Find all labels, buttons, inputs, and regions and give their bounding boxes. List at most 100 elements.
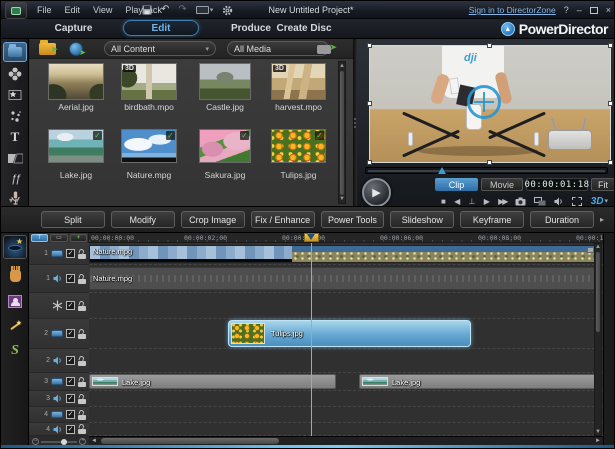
track-header-fx[interactable]: ✓: [29, 293, 89, 319]
track-lock-icon[interactable]: [78, 377, 86, 387]
media-filter-dropdown[interactable]: All Media ▾: [227, 41, 329, 56]
duration-button[interactable]: Duration: [530, 211, 594, 228]
library-scrollbar[interactable]: ▲ ▼: [338, 61, 346, 204]
selection-handle[interactable]: [608, 160, 613, 165]
media-room-button[interactable]: [3, 42, 27, 62]
toolbar-more-icon[interactable]: ▸: [600, 215, 604, 224]
track-lock-icon[interactable]: [78, 249, 86, 259]
track-lock-icon[interactable]: [78, 329, 86, 339]
track-video-4[interactable]: [89, 407, 605, 423]
save-icon[interactable]: [142, 5, 152, 15]
selection-handle[interactable]: [367, 43, 372, 48]
selection-handle[interactable]: [487, 160, 492, 165]
track-enable-checkbox[interactable]: ✓: [66, 356, 75, 365]
stop-button[interactable]: ■: [441, 198, 446, 206]
clip-tulips-selected[interactable]: Tulips.jpg: [228, 320, 471, 347]
track-video-2[interactable]: Tulips.jpg: [89, 319, 605, 349]
menu-edit[interactable]: Edit: [65, 5, 81, 15]
clip-lake-1[interactable]: Lake.jpg: [89, 374, 336, 389]
track-lock-icon[interactable]: [78, 301, 86, 311]
magic-music-button[interactable]: S: [1, 341, 29, 359]
step-backward-button[interactable]: ◀: [454, 198, 460, 206]
sign-in-link[interactable]: Sign in to DirectorZone: [469, 5, 556, 15]
media-item-sakura[interactable]: ✓ Sakura.jpg: [199, 129, 251, 163]
zoom-fit-icon[interactable]: ◔: [79, 438, 86, 445]
media-item-harvest[interactable]: 3D harvest.mpo: [271, 63, 326, 100]
pip-objects-room-button[interactable]: [3, 86, 27, 104]
title-room-button[interactable]: T: [3, 128, 27, 146]
effect-room-button[interactable]: [3, 65, 27, 83]
magic-movie-wizard-button[interactable]: ★: [3, 235, 27, 259]
tab-edit[interactable]: Edit: [123, 20, 199, 36]
track-header-audio-1[interactable]: 1 ✓: [29, 265, 89, 293]
audio-mixing-room-button[interactable]: ƒƒ: [3, 170, 27, 188]
preview-seekbar[interactable]: [365, 167, 608, 174]
step-forward-button[interactable]: ▶: [484, 198, 490, 206]
clip-nature-video[interactable]: Nature.mpg: [89, 245, 596, 263]
track-header-video-1[interactable]: 1 ✓: [29, 243, 89, 265]
track-header-audio-3[interactable]: 3 ✓: [29, 391, 89, 407]
track-lock-icon[interactable]: [78, 424, 86, 434]
maximize-button[interactable]: [590, 7, 598, 14]
magic-style-button[interactable]: ★: [1, 319, 29, 338]
scroll-up-icon[interactable]: ▲: [339, 63, 345, 69]
media-item-castle[interactable]: Castle.jpg: [199, 63, 251, 100]
clip-nature-audio[interactable]: Nature.mpg: [89, 267, 596, 290]
aspect-ratio-dropdown[interactable]: ▾: [196, 6, 214, 14]
scroll-up-icon[interactable]: ▲: [595, 244, 601, 250]
track-header-audio-4[interactable]: 4 ✓: [29, 423, 89, 436]
help-button[interactable]: ?: [564, 6, 569, 15]
preview-quality-button[interactable]: [534, 197, 546, 206]
media-item-aerial[interactable]: Aerial.jpg: [48, 63, 104, 100]
preview-video[interactable]: dji: [369, 45, 611, 163]
room-rail-expand-button[interactable]: ▾▾: [3, 196, 27, 205]
tab-capture[interactable]: Capture: [46, 19, 101, 39]
drag-hand-button[interactable]: [1, 269, 29, 287]
magic-motion-button[interactable]: [1, 295, 29, 313]
track-lock-icon[interactable]: [78, 394, 86, 404]
transition-room-button[interactable]: [3, 149, 27, 167]
tab-produce[interactable]: Produce: [223, 19, 279, 39]
media-item-lake[interactable]: ✓ Lake.jpg: [48, 129, 104, 163]
menu-view[interactable]: View: [93, 5, 112, 15]
track-audio-3[interactable]: [89, 391, 605, 407]
import-media-folder-icon[interactable]: ➤: [39, 43, 56, 55]
timeline-scrollbar-thumb[interactable]: [596, 252, 600, 332]
track-header-video-4[interactable]: 4 ✓: [29, 407, 89, 423]
close-button[interactable]: ×: [606, 6, 611, 15]
track-enable-checkbox[interactable]: ✓: [66, 249, 75, 258]
split-button[interactable]: Split: [41, 211, 105, 228]
zoom-slider-handle[interactable]: [61, 439, 67, 445]
minimize-button[interactable]: –: [577, 6, 582, 15]
tab-create-disc[interactable]: Create Disc: [273, 19, 335, 39]
pause-button[interactable]: ⊥: [469, 198, 476, 206]
volume-button[interactable]: [554, 197, 564, 206]
selection-handle[interactable]: [487, 43, 492, 48]
range-select-button[interactable]: ▭: [50, 234, 67, 242]
timeline-horizontal-scrollbar[interactable]: ◄ ►: [89, 436, 603, 445]
track-header-video-3[interactable]: 3 ✓: [29, 373, 89, 391]
undo-icon[interactable]: ↶: [161, 5, 169, 15]
modify-button[interactable]: Modify: [111, 211, 175, 228]
track-audio-4[interactable]: [89, 423, 605, 436]
selection-handle[interactable]: [367, 101, 372, 106]
zoom-slider[interactable]: [41, 441, 77, 443]
fullscreen-button[interactable]: [572, 197, 582, 206]
selection-handle[interactable]: [367, 160, 372, 165]
track-header-video-2[interactable]: 2 ✓: [29, 319, 89, 349]
redo-icon[interactable]: ↷: [178, 5, 186, 15]
zoom-out-icon[interactable]: −: [32, 438, 39, 445]
playhead-marker[interactable]: [304, 233, 319, 243]
track-enable-checkbox[interactable]: ✓: [66, 410, 75, 419]
movie-mode-tab[interactable]: Movie: [481, 178, 523, 191]
slideshow-button[interactable]: Slideshow: [390, 211, 454, 228]
track-enable-checkbox[interactable]: ✓: [66, 274, 75, 283]
library-scrollbar-thumb[interactable]: [340, 71, 344, 195]
selection-handle[interactable]: [608, 101, 613, 106]
scroll-right-icon[interactable]: ►: [595, 438, 601, 445]
track-lock-icon[interactable]: [78, 274, 86, 284]
track-enable-checkbox[interactable]: ✓: [66, 329, 75, 338]
track-enable-checkbox[interactable]: ✓: [66, 394, 75, 403]
scroll-left-icon[interactable]: ◄: [91, 438, 97, 445]
snapshot-button[interactable]: [515, 197, 526, 206]
